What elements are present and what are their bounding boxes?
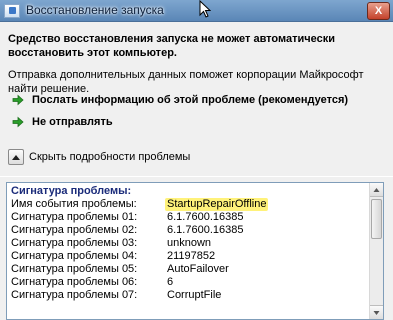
details-value: 6.1.7600.16385 <box>167 224 244 236</box>
details-key: Сигнатура проблемы 05: <box>11 263 138 275</box>
hide-details-label[interactable]: Скрыть подробности проблемы <box>29 151 190 163</box>
details-value: 6.1.7600.16385 <box>167 211 244 223</box>
details-value: 21197852 <box>167 250 216 262</box>
dont-send-label: Не отправлять <box>32 116 113 128</box>
close-button[interactable]: X <box>367 2 390 20</box>
dont-send-option[interactable]: Не отправлять <box>12 114 113 130</box>
details-key: Сигнатура проблемы 01: <box>11 211 138 223</box>
scroll-thumb[interactable] <box>371 199 382 239</box>
scroll-up-button[interactable] <box>370 183 383 197</box>
details-value: 6 <box>167 276 174 288</box>
chevron-up-icon <box>12 155 20 160</box>
details-key: Имя события проблемы: <box>11 198 137 210</box>
details-key: Сигнатура проблемы 03: <box>11 237 138 249</box>
hide-details-button[interactable] <box>8 149 24 165</box>
details-scrollbar[interactable] <box>369 183 383 319</box>
title-bar[interactable]: Восстановление запуска X <box>0 0 393 22</box>
details-value: AutoFailover <box>167 263 229 275</box>
green-arrow-icon <box>12 94 24 106</box>
details-key: Сигнатура проблемы 02: <box>11 224 138 236</box>
details-key: Сигнатура проблемы 06: <box>11 276 138 288</box>
details-key: Сигнатура проблемы 04: <box>11 250 138 262</box>
intro-message: Средство восстановления запуска не может… <box>8 33 336 59</box>
window-icon <box>4 4 20 18</box>
scroll-down-arrow-icon <box>373 311 380 315</box>
divider <box>0 176 393 177</box>
green-arrow-icon <box>12 116 24 128</box>
send-info-label: Послать информацию об этой проблеме (рек… <box>32 94 349 106</box>
details-header: Сигнатура проблемы: <box>11 185 132 197</box>
details-value-highlighted: StartupRepairOffline <box>165 198 269 211</box>
details-value: unknown <box>167 237 212 249</box>
problem-details-panel[interactable]: Сигнатура проблемы: Имя события проблемы… <box>6 182 384 320</box>
details-value: CorruptFile <box>167 289 222 301</box>
send-info-option[interactable]: Послать информацию об этой проблеме (рек… <box>12 92 348 108</box>
scroll-down-button[interactable] <box>370 305 383 319</box>
window-title: Восстановление запуска <box>26 3 164 17</box>
mouse-cursor-icon <box>199 0 211 18</box>
startup-repair-window: Восстановление запуска X Средство восста… <box>0 0 393 320</box>
scroll-up-arrow-icon <box>373 188 380 192</box>
details-key: Сигнатура проблемы 07: <box>11 289 138 301</box>
